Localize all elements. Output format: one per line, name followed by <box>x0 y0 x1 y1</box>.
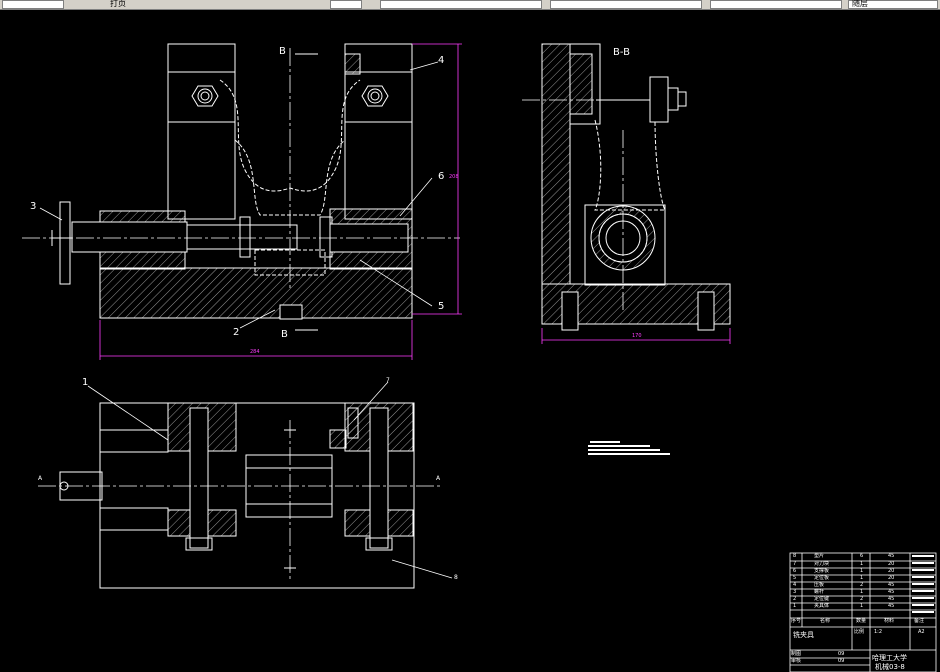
top-view <box>38 402 440 589</box>
toolbar-icon-box[interactable] <box>2 0 64 9</box>
scale-value: 1:2 <box>874 629 883 635</box>
bom-header-qty: 数量 <box>856 618 867 624</box>
bom-row-material: 45 <box>888 553 895 559</box>
bom-row-no: 3 <box>793 589 797 595</box>
section-label-a-left: A <box>38 475 43 482</box>
toolbar-color-dropdown[interactable] <box>380 0 542 9</box>
drawing-name: 铣夹具 <box>793 631 814 639</box>
part-number-1: 1 <box>82 377 89 388</box>
part-number-6: 6 <box>438 171 445 182</box>
bom-row-name: 定位板 <box>814 575 830 581</box>
checker-label: 审核 <box>791 658 802 664</box>
section-label-b-bottom: B <box>281 329 288 340</box>
section-view-title: B-B <box>613 47 630 58</box>
toolbar-lineweight-dropdown[interactable] <box>710 0 842 9</box>
bom-row-name: 压板 <box>814 582 825 588</box>
date-2: 09 <box>838 658 845 664</box>
bom-row-material: 20 <box>888 561 895 567</box>
bom-row-name: 螺杆 <box>814 589 825 595</box>
bom-row-qty: 1 <box>860 589 864 595</box>
bom-row-material: 45 <box>888 582 895 588</box>
toolbar-linetype-dropdown[interactable] <box>550 0 702 9</box>
section-label-b-top: B <box>279 46 286 57</box>
section-label-a-right: A <box>436 475 441 482</box>
part-number-2: 2 <box>233 327 240 338</box>
part-number-8: 8 <box>454 574 458 581</box>
bom-row-name: 对刀块 <box>814 561 830 567</box>
school-name: 哈理工大学 <box>872 654 907 662</box>
dimension-width-side: 170 <box>632 333 642 339</box>
title-block-fill <box>912 555 934 613</box>
bom-row-qty: 2 <box>860 596 864 602</box>
front-view <box>22 43 460 331</box>
bom-header-name: 名称 <box>820 618 831 624</box>
bom-row-name: 定位键 <box>814 596 830 602</box>
drawing-canvas[interactable]: B B 3 4 6 5 2 284 208 B-B 170 1 7 8 A A … <box>0 10 940 672</box>
bom-header-material: 材料 <box>884 618 895 624</box>
bom-row-no: 2 <box>793 596 797 602</box>
bom-row-no: 6 <box>793 568 797 574</box>
bom-row-no: 7 <box>793 561 797 567</box>
bom-row-material: 45 <box>888 603 895 609</box>
bom-row-name: 夹具体 <box>814 603 830 609</box>
part-number-3: 3 <box>30 201 37 212</box>
class-name: 机械03-8 <box>875 663 905 671</box>
bom-row-material: 20 <box>888 568 895 574</box>
bom-row-no: 5 <box>793 575 797 581</box>
bom-row-qty: 1 <box>860 603 864 609</box>
bom-row-qty: 1 <box>860 561 864 567</box>
bom-row-name: 垫片 <box>814 553 825 559</box>
bom-row-material: 45 <box>888 589 895 595</box>
bom-row-no: 1 <box>793 603 797 609</box>
part-number-4: 4 <box>438 55 445 66</box>
bom-header-note: 备注 <box>914 618 925 624</box>
toolbar-layer-label: 打页 <box>110 0 126 8</box>
bom-row-name: 支撑板 <box>814 568 830 574</box>
bom-row-qty: 1 <box>860 568 864 574</box>
tech-notes <box>588 441 670 455</box>
toolbar: 打页 随层 <box>0 0 940 10</box>
toolbar-layer-dropdown[interactable] <box>330 0 362 9</box>
bom-row-qty: 6 <box>860 553 864 559</box>
bom-row-material: 45 <box>888 596 895 602</box>
designer-label: 制图 <box>791 651 802 657</box>
part-number-7: 7 <box>386 377 390 384</box>
scale-label: 比例 <box>854 629 865 635</box>
bom-row-no: 4 <box>793 582 797 588</box>
bom-header-no: 序号 <box>791 618 802 624</box>
bom-row-no: 8 <box>793 553 797 559</box>
dimension-height-front: 208 <box>449 174 459 180</box>
bom-row-qty: 1 <box>860 575 864 581</box>
dimension-width-front: 284 <box>250 349 260 355</box>
side-view <box>522 43 731 331</box>
bom-row-qty: 2 <box>860 582 864 588</box>
part-number-5: 5 <box>438 301 445 312</box>
sheet-size: A2 <box>918 629 925 635</box>
bom-row-material: 20 <box>888 575 895 581</box>
toolbar-plotstyle-label: 随层 <box>852 0 868 8</box>
date-1: 09 <box>838 651 845 657</box>
